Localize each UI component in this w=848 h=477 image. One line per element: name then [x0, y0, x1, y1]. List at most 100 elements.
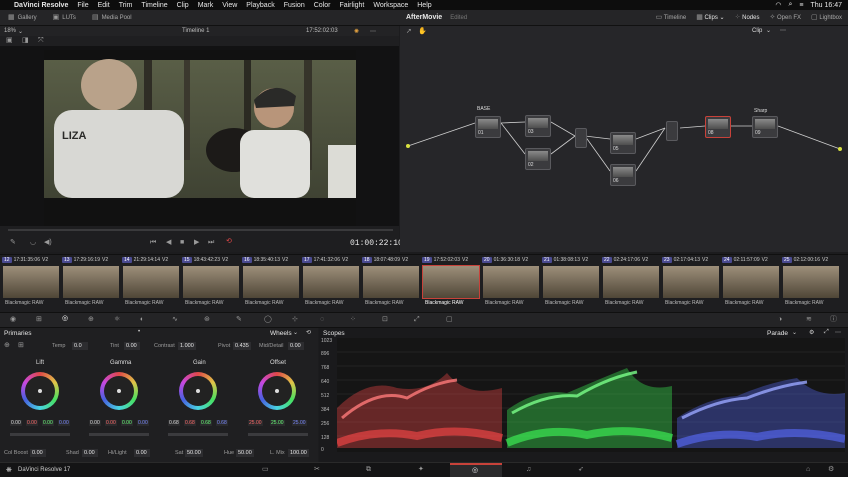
expand-icon[interactable]: ⊞	[18, 342, 24, 349]
luts-button[interactable]: ▣ LUTs	[53, 14, 76, 21]
play-reverse-icon[interactable]: ◀	[166, 239, 171, 246]
magic-mask-icon[interactable]: ◌	[320, 316, 324, 323]
parallel-mixer-node[interactable]	[666, 121, 678, 141]
menu-view[interactable]: View	[222, 2, 237, 9]
menu-fairlight[interactable]: Fairlight	[339, 2, 364, 9]
lightbox-toggle[interactable]: ▢ Lightbox	[811, 14, 842, 21]
node-editor[interactable]: ➚ ✋ Clip ⌄ ⋯ BASE Sharp 01 03 02 05 06 0…	[400, 26, 848, 252]
menu-workspace[interactable]: Workspace	[373, 2, 408, 9]
wipe-icon[interactable]: ⤧	[38, 37, 44, 44]
hdr-wheels-icon[interactable]: ⊕	[88, 316, 94, 323]
project-settings-icon[interactable]: ⚙	[828, 466, 834, 473]
node-08[interactable]: 08	[705, 116, 731, 138]
tracker-icon[interactable]: ⊹	[292, 316, 298, 323]
tint-field[interactable]: 0.00	[124, 342, 140, 350]
gain-master-value[interactable]: 0.68	[168, 420, 180, 426]
timeline-toggle[interactable]: ▭ Timeline	[656, 14, 687, 21]
color-wheels-icon[interactable]: ◎	[62, 315, 68, 322]
gamma-green-value[interactable]: 0.00	[121, 420, 133, 426]
zoom-chevron-icon[interactable]: ⌄	[18, 28, 23, 35]
offset-master-slider[interactable]	[248, 433, 308, 436]
mark-icon[interactable]: ◡	[30, 239, 36, 246]
primaries-mode-selector[interactable]: Wheels	[270, 330, 292, 337]
menu-help[interactable]: Help	[417, 2, 431, 9]
gamma-blue-value[interactable]: 0.00	[137, 420, 149, 426]
sat-field[interactable]: 50.00	[185, 449, 203, 457]
offset-green-value[interactable]: 25.00	[270, 420, 285, 426]
gamma-red-value[interactable]: 0.00	[105, 420, 117, 426]
control-center-icon[interactable]: ≡	[799, 2, 803, 9]
menu-fusion[interactable]: Fusion	[284, 2, 305, 9]
lift-master-value[interactable]: 0.00	[10, 420, 22, 426]
info-icon[interactable]: ⓘ	[830, 316, 837, 323]
gain-red-value[interactable]: 0.68	[184, 420, 196, 426]
last-frame-icon[interactable]: ⏭	[208, 239, 214, 246]
media-page-icon[interactable]: ▭	[262, 466, 269, 473]
viewer-more-icon[interactable]: ⋯	[370, 28, 376, 35]
node-mode-selector[interactable]: Clip	[752, 28, 762, 34]
fairlight-page-icon[interactable]: ♫	[526, 466, 531, 473]
lift-green-value[interactable]: 0.00	[42, 420, 54, 426]
stop-icon[interactable]: ■	[180, 239, 184, 246]
hue-field[interactable]: 50.00	[236, 449, 254, 457]
node-02[interactable]: 02	[525, 148, 551, 170]
hand-icon[interactable]: ✋	[418, 28, 427, 35]
gamma-wheel[interactable]	[100, 372, 138, 410]
highlight-icon[interactable]: ◨	[22, 37, 29, 44]
clip-thumbnail[interactable]: 14 21:29:14:14 V2 Blackmagic RAW	[122, 255, 180, 313]
lmix-field[interactable]: 100.00	[288, 449, 309, 457]
menu-file[interactable]: File	[77, 2, 88, 9]
gallery-button[interactable]: ▦ Gallery	[8, 14, 37, 21]
menu-color[interactable]: Color	[314, 2, 331, 9]
menu-mark[interactable]: Mark	[198, 2, 214, 9]
node-mode-chevron-icon[interactable]: ⌄	[766, 27, 771, 34]
loop-icon[interactable]: ⟲	[226, 238, 232, 245]
menubar-clock[interactable]: Thu 16:47	[810, 2, 842, 9]
viewer-options-icon[interactable]: ✺	[354, 28, 359, 35]
clip-thumbnail[interactable]: 18 18:07:48:09 V2 Blackmagic RAW	[362, 255, 420, 313]
lift-red-value[interactable]: 0.00	[26, 420, 38, 426]
search-icon[interactable]: ⌕	[788, 1, 792, 9]
node-06[interactable]: 06	[610, 164, 636, 186]
edit-page-icon[interactable]: ⧉	[366, 466, 371, 473]
fusion-page-icon[interactable]: ✦	[418, 466, 424, 473]
mode-chevron-icon[interactable]: ⌄	[293, 329, 298, 336]
media-pool-button[interactable]: ▤ Media Pool	[92, 14, 132, 21]
scope-mode-chevron-icon[interactable]: ⌄	[792, 329, 797, 336]
gamma-master-slider[interactable]	[89, 433, 149, 436]
temp-field[interactable]: 0.0	[72, 342, 88, 350]
blur-icon[interactable]: ⁘	[350, 316, 356, 323]
viewer-mode-icon[interactable]: ▣	[6, 37, 13, 44]
menu-timeline[interactable]: Timeline	[141, 2, 167, 9]
curves-icon[interactable]: ∿	[172, 316, 178, 323]
node-05[interactable]: 05	[610, 132, 636, 154]
key-icon[interactable]: ⊡	[382, 316, 388, 323]
motion-effects-icon[interactable]: ◐	[140, 316, 144, 323]
scope-more-icon[interactable]: ⋯	[835, 329, 841, 336]
clip-thumbnail[interactable]: 12 17:31:35:06 V2 Blackmagic RAW	[2, 255, 60, 313]
node-03[interactable]: 03	[525, 115, 551, 137]
cut-page-icon[interactable]: ✂	[314, 466, 320, 473]
qualifier-icon[interactable]: ✎	[236, 316, 242, 323]
info-toggle-icon[interactable]: ≋	[806, 316, 812, 323]
shad-field[interactable]: 0.00	[82, 449, 98, 457]
viewer-zoom[interactable]: 18%	[4, 28, 16, 34]
clip-thumbnail[interactable]: 25 02:12:00:16 V2 Blackmagic RAW	[782, 255, 840, 313]
app-menu[interactable]: DaVinci Resolve	[14, 2, 68, 9]
pen-icon[interactable]: ✎	[10, 239, 16, 246]
clip-thumbnail[interactable]: 17 17:41:32:06 V2 Blackmagic RAW	[302, 255, 360, 313]
menu-clip[interactable]: Clip	[177, 2, 189, 9]
gamma-master-value[interactable]: 0.00	[89, 420, 101, 426]
menu-playback[interactable]: Playback	[246, 2, 274, 9]
volume-icon[interactable]: ◀)	[44, 239, 52, 246]
gain-master-slider[interactable]	[168, 433, 228, 436]
lift-blue-value[interactable]: 0.00	[58, 420, 70, 426]
clip-thumbnail[interactable]: 16 18:35:40:13 V2 Blackmagic RAW	[242, 255, 300, 313]
middetail-field[interactable]: 0.00	[288, 342, 304, 350]
offset-wheel[interactable]	[258, 372, 296, 410]
offset-blue-value[interactable]: 25.00	[292, 420, 307, 426]
contrast-field[interactable]: 1.000	[178, 342, 196, 350]
node-01[interactable]: 01	[475, 116, 501, 138]
color-match-icon[interactable]: ⊞	[36, 316, 42, 323]
colboost-field[interactable]: 0.00	[30, 449, 46, 457]
